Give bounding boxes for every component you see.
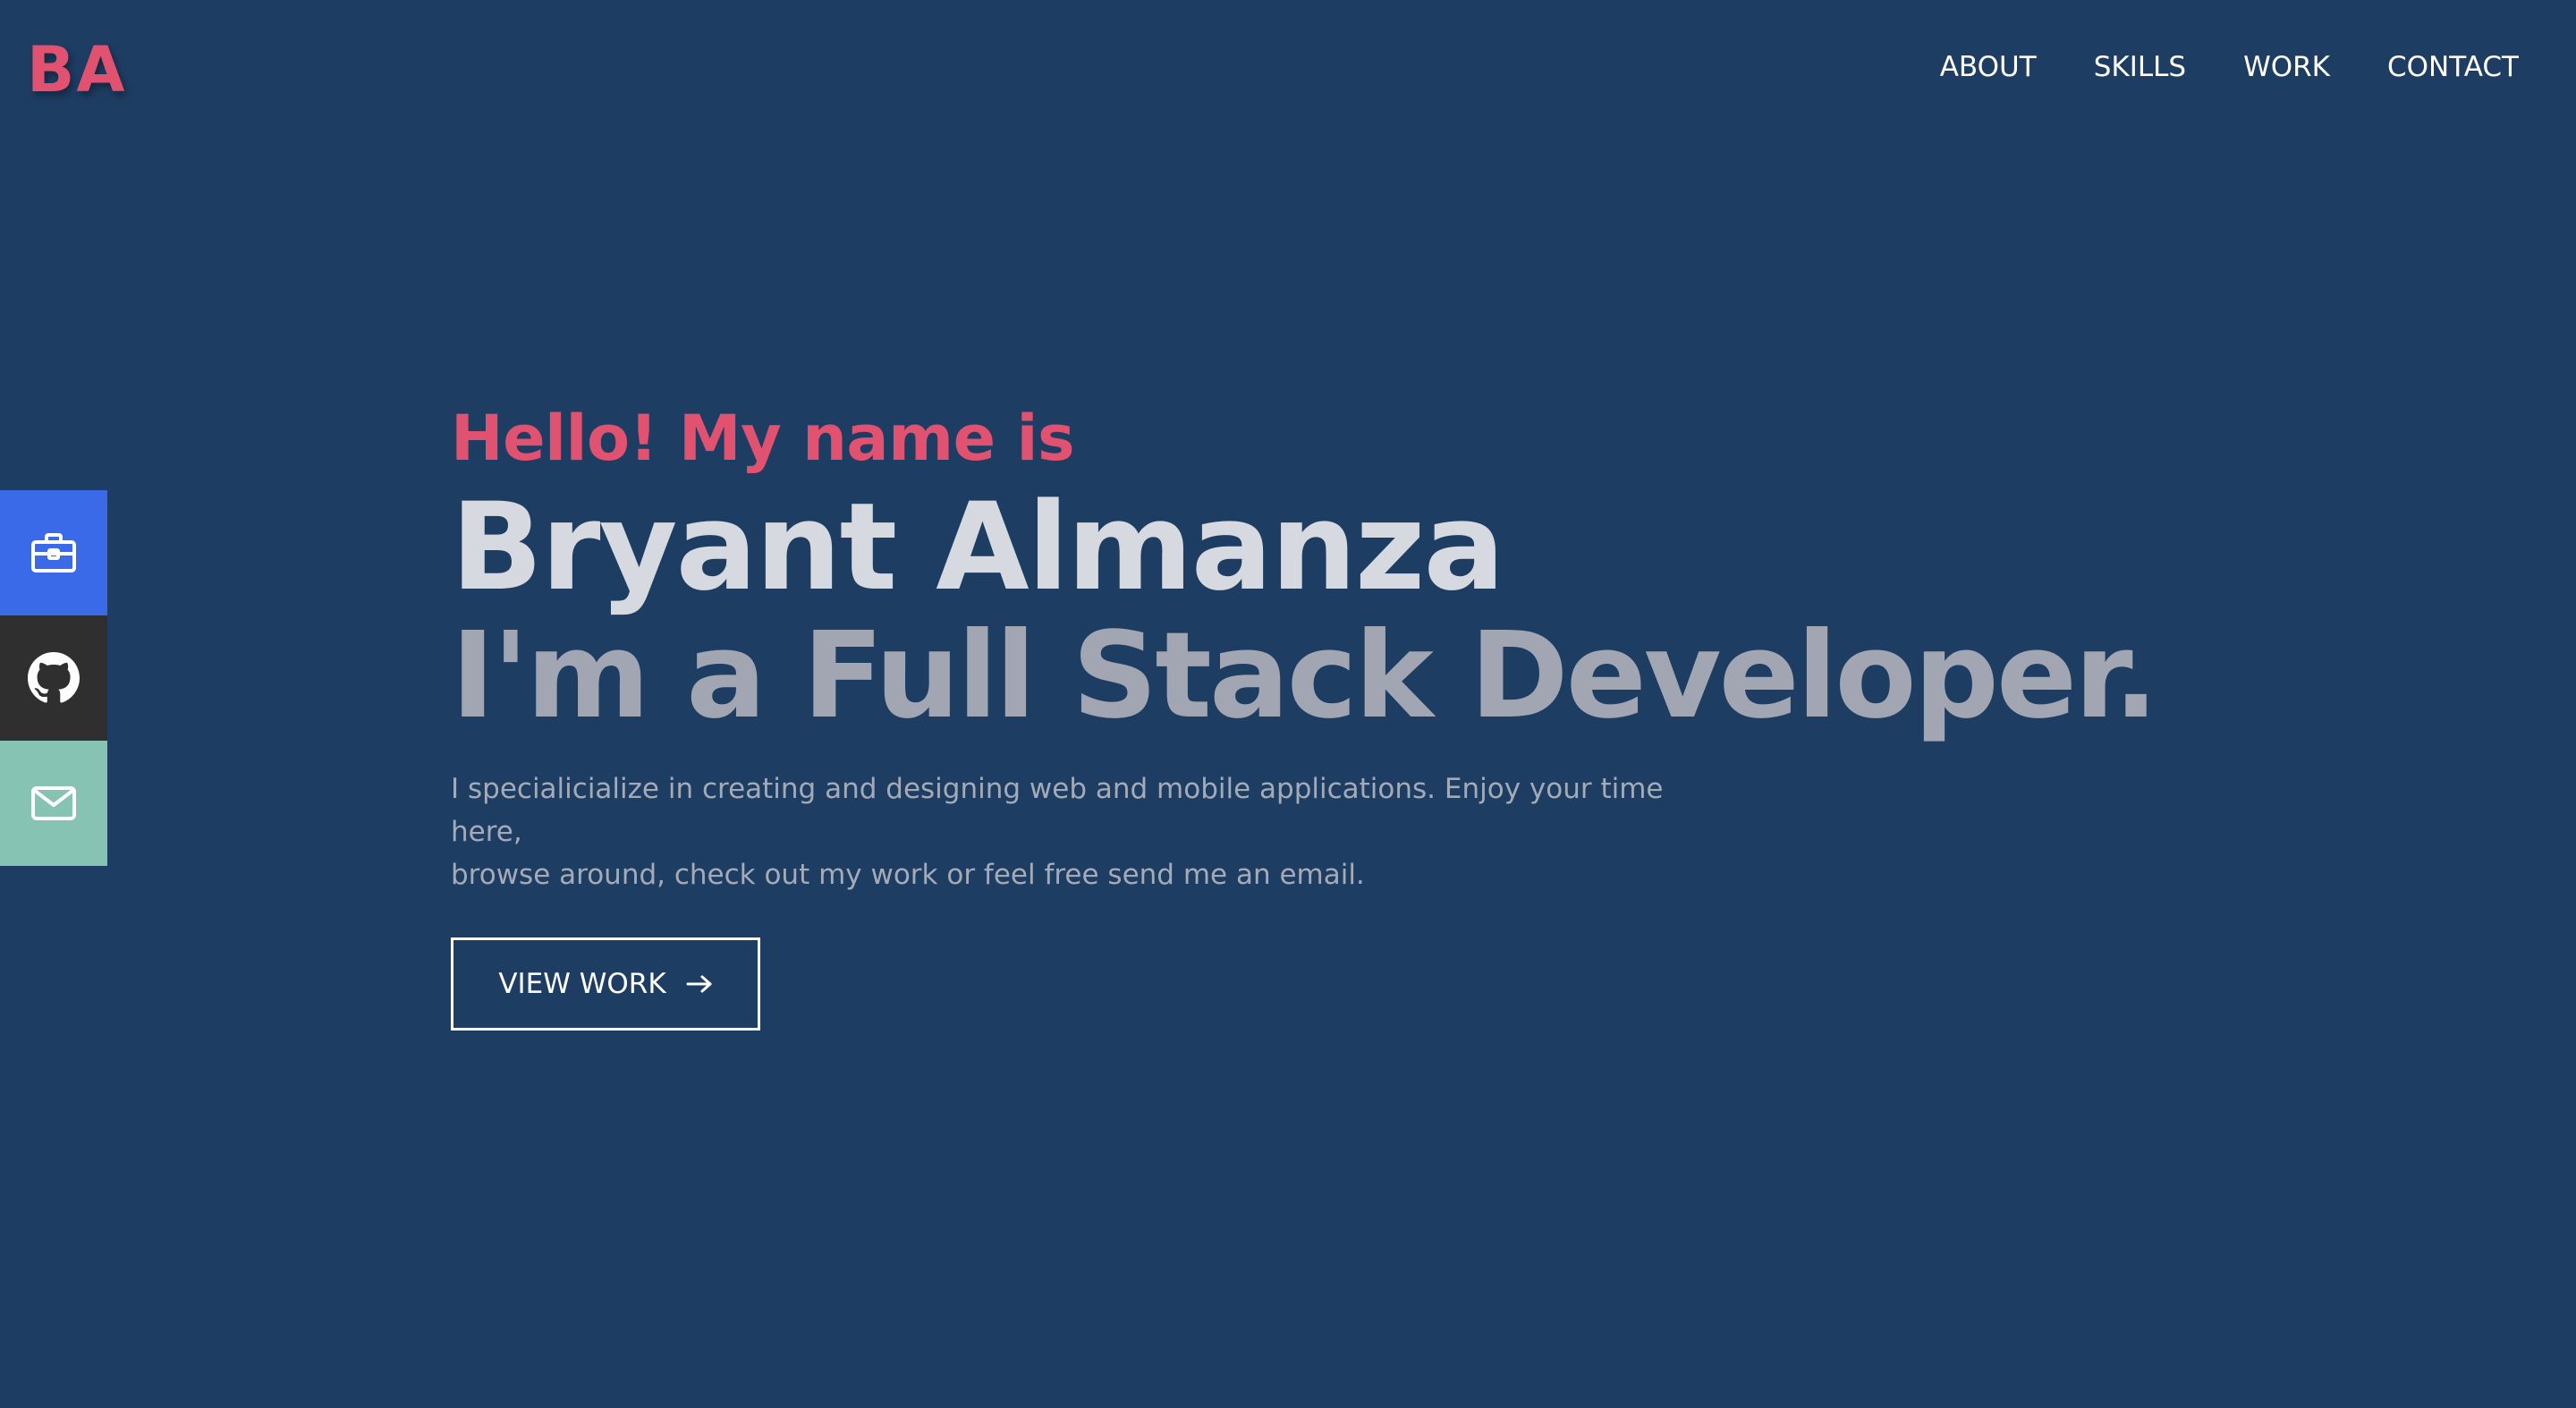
nav-work[interactable]: WORK — [2243, 50, 2330, 84]
hero-role: I'm a Full Stack Developer. — [451, 607, 2158, 745]
portfolio-link[interactable] — [0, 490, 107, 615]
intro-line-2: browse around, check out my work or feel… — [451, 859, 1365, 891]
email-link[interactable] — [0, 741, 107, 866]
mail-icon — [30, 785, 77, 821]
site-header: BA ABOUT SKILLS WORK CONTACT — [0, 0, 2576, 134]
intro-line-1: I specialicialize in creating and design… — [451, 773, 1664, 848]
hero-name: Bryant Almanza — [451, 477, 1505, 617]
github-icon — [28, 652, 80, 704]
main-nav: ABOUT SKILLS WORK CONTACT — [1940, 50, 2519, 84]
briefcase-icon — [30, 531, 77, 574]
nav-contact[interactable]: CONTACT — [2387, 50, 2519, 84]
github-link[interactable] — [0, 615, 107, 741]
nav-about[interactable]: ABOUT — [1940, 50, 2037, 84]
social-sidebar — [0, 490, 107, 866]
intro-text: I specialicialize in creating and design… — [451, 768, 1703, 896]
view-work-label: VIEW WORK — [498, 968, 666, 1000]
hero-section: Hello! My name is Bryant Almanza I'm a F… — [451, 394, 2240, 1031]
nav-skills[interactable]: SKILLS — [2094, 50, 2186, 84]
greeting-text: Hello! My name is — [451, 402, 1075, 475]
arrow-right-icon — [686, 974, 713, 994]
logo[interactable]: BA — [27, 34, 127, 106]
view-work-button[interactable]: VIEW WORK — [451, 937, 760, 1031]
